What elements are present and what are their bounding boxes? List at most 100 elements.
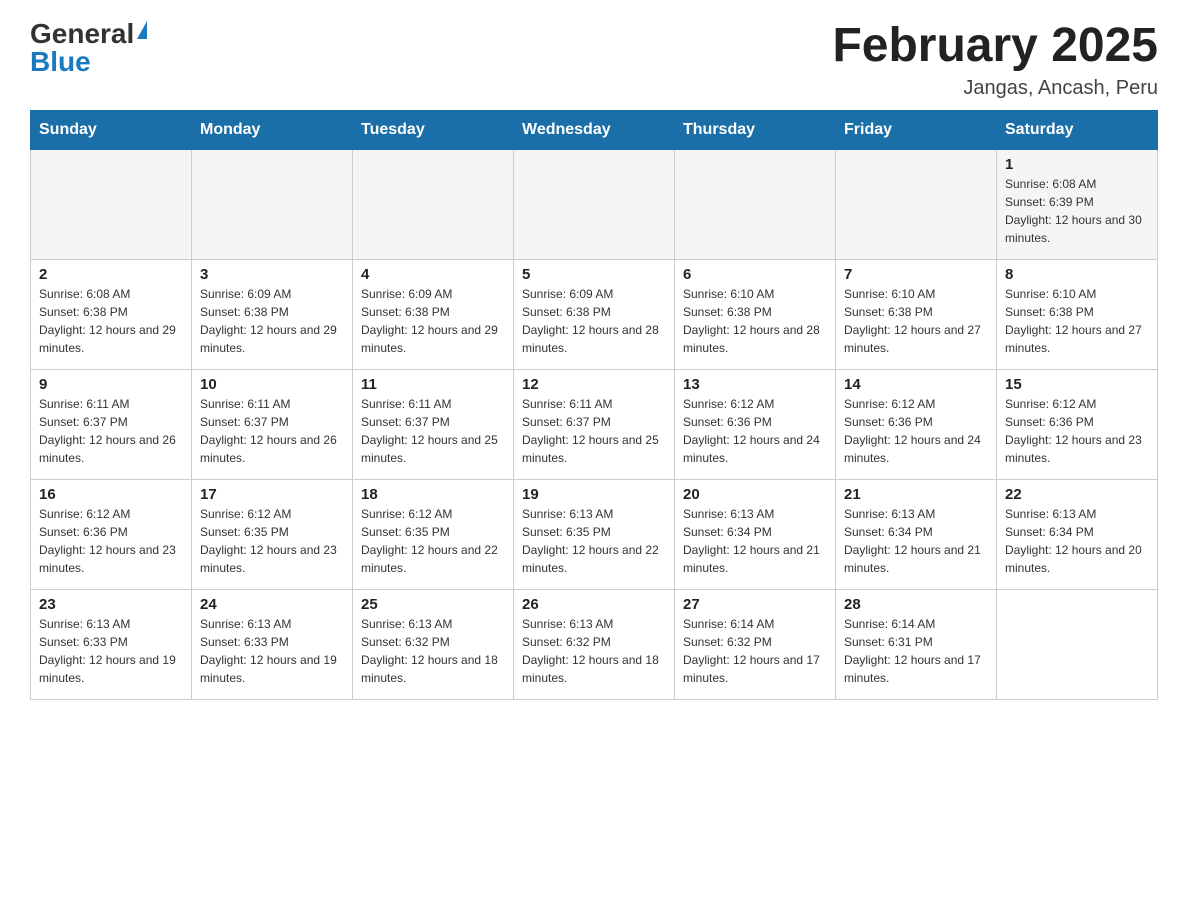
day-info: Sunrise: 6:09 AM Sunset: 6:38 PM Dayligh… [200, 285, 344, 357]
calendar-cell [192, 149, 353, 259]
day-number: 24 [200, 596, 344, 613]
calendar-cell: 13 Sunrise: 6:12 AM Sunset: 6:36 PM Dayli… [675, 369, 836, 479]
calendar-week-1: 2 Sunrise: 6:08 AM Sunset: 6:38 PM Daylig… [31, 259, 1158, 369]
calendar-cell: 28 Sunrise: 6:14 AM Sunset: 6:31 PM Dayli… [836, 589, 997, 699]
day-number: 5 [522, 266, 666, 283]
calendar-week-3: 16 Sunrise: 6:12 AM Sunset: 6:36 PM Dayli… [31, 479, 1158, 589]
day-info: Sunrise: 6:13 AM Sunset: 6:34 PM Dayligh… [844, 505, 988, 577]
calendar-cell: 15 Sunrise: 6:12 AM Sunset: 6:36 PM Dayli… [997, 369, 1158, 479]
day-number: 6 [683, 266, 827, 283]
page-title: February 2025 [832, 20, 1158, 73]
calendar-cell [675, 149, 836, 259]
calendar-cell: 8 Sunrise: 6:10 AM Sunset: 6:38 PM Daylig… [997, 259, 1158, 369]
calendar-body: 1 Sunrise: 6:08 AM Sunset: 6:39 PM Daylig… [31, 149, 1158, 699]
calendar-cell [836, 149, 997, 259]
header-monday: Monday [192, 110, 353, 149]
page-subtitle: Jangas, Ancash, Peru [832, 77, 1158, 100]
header-wednesday: Wednesday [514, 110, 675, 149]
calendar-cell: 6Sunrise: 6:10 AM Sunset: 6:38 PM Daylig… [675, 259, 836, 369]
day-info: Sunrise: 6:11 AM Sunset: 6:37 PM Dayligh… [361, 395, 505, 467]
calendar-cell: 2 Sunrise: 6:08 AM Sunset: 6:38 PM Daylig… [31, 259, 192, 369]
day-number: 20 [683, 486, 827, 503]
day-number: 21 [844, 486, 988, 503]
calendar-cell: 17 Sunrise: 6:12 AM Sunset: 6:35 PM Dayli… [192, 479, 353, 589]
day-info: Sunrise: 6:12 AM Sunset: 6:35 PM Dayligh… [361, 505, 505, 577]
day-info: Sunrise: 6:13 AM Sunset: 6:34 PM Dayligh… [683, 505, 827, 577]
calendar-cell [997, 589, 1158, 699]
day-info: Sunrise: 6:12 AM Sunset: 6:36 PM Dayligh… [683, 395, 827, 467]
day-info: Sunrise: 6:08 AM Sunset: 6:38 PM Dayligh… [39, 285, 183, 357]
day-info: Sunrise: 6:11 AM Sunset: 6:37 PM Dayligh… [200, 395, 344, 467]
calendar-cell: 1 Sunrise: 6:08 AM Sunset: 6:39 PM Daylig… [997, 149, 1158, 259]
day-info: Sunrise: 6:14 AM Sunset: 6:31 PM Dayligh… [844, 615, 988, 687]
day-number: 19 [522, 486, 666, 503]
day-number: 25 [361, 596, 505, 613]
day-info: Sunrise: 6:14 AM Sunset: 6:32 PM Dayligh… [683, 615, 827, 687]
day-info: Sunrise: 6:13 AM Sunset: 6:32 PM Dayligh… [522, 615, 666, 687]
day-number: 15 [1005, 376, 1149, 393]
day-info: Sunrise: 6:13 AM Sunset: 6:32 PM Dayligh… [361, 615, 505, 687]
calendar-cell: 10 Sunrise: 6:11 AM Sunset: 6:37 PM Dayli… [192, 369, 353, 479]
day-info: Sunrise: 6:12 AM Sunset: 6:36 PM Dayligh… [39, 505, 183, 577]
calendar-cell: 4Sunrise: 6:09 AM Sunset: 6:38 PM Daylig… [353, 259, 514, 369]
day-info: Sunrise: 6:09 AM Sunset: 6:38 PM Dayligh… [361, 285, 505, 357]
day-info: Sunrise: 6:11 AM Sunset: 6:37 PM Dayligh… [522, 395, 666, 467]
header-thursday: Thursday [675, 110, 836, 149]
day-info: Sunrise: 6:13 AM Sunset: 6:35 PM Dayligh… [522, 505, 666, 577]
logo-triangle-icon [137, 21, 147, 39]
calendar-cell [514, 149, 675, 259]
calendar-cell [31, 149, 192, 259]
day-info: Sunrise: 6:08 AM Sunset: 6:39 PM Dayligh… [1005, 175, 1149, 247]
day-info: Sunrise: 6:12 AM Sunset: 6:36 PM Dayligh… [1005, 395, 1149, 467]
calendar-cell: 22 Sunrise: 6:13 AM Sunset: 6:34 PM Dayli… [997, 479, 1158, 589]
day-number: 11 [361, 376, 505, 393]
day-number: 28 [844, 596, 988, 613]
calendar-cell: 19 Sunrise: 6:13 AM Sunset: 6:35 PM Dayli… [514, 479, 675, 589]
day-info: Sunrise: 6:10 AM Sunset: 6:38 PM Dayligh… [1005, 285, 1149, 357]
day-number: 16 [39, 486, 183, 503]
header-saturday: Saturday [997, 110, 1158, 149]
calendar-cell: 23 Sunrise: 6:13 AM Sunset: 6:33 PM Dayli… [31, 589, 192, 699]
day-number: 3 [200, 266, 344, 283]
calendar-week-2: 9 Sunrise: 6:11 AM Sunset: 6:37 PM Daylig… [31, 369, 1158, 479]
day-number: 22 [1005, 486, 1149, 503]
day-info: Sunrise: 6:12 AM Sunset: 6:36 PM Dayligh… [844, 395, 988, 467]
day-number: 9 [39, 376, 183, 393]
day-number: 2 [39, 266, 183, 283]
day-info: Sunrise: 6:09 AM Sunset: 6:38 PM Dayligh… [522, 285, 666, 357]
day-info: Sunrise: 6:13 AM Sunset: 6:33 PM Dayligh… [39, 615, 183, 687]
logo: General Blue [30, 20, 147, 76]
calendar-cell: 5 Sunrise: 6:09 AM Sunset: 6:38 PM Daylig… [514, 259, 675, 369]
day-number: 1 [1005, 156, 1149, 173]
header-friday: Friday [836, 110, 997, 149]
calendar-header: Sunday Monday Tuesday Wednesday Thursday… [31, 110, 1158, 149]
calendar-week-4: 23 Sunrise: 6:13 AM Sunset: 6:33 PM Dayli… [31, 589, 1158, 699]
day-number: 26 [522, 596, 666, 613]
calendar-cell: 26 Sunrise: 6:13 AM Sunset: 6:32 PM Dayli… [514, 589, 675, 699]
header-tuesday: Tuesday [353, 110, 514, 149]
calendar-cell: 21 Sunrise: 6:13 AM Sunset: 6:34 PM Dayli… [836, 479, 997, 589]
calendar-cell: 20 Sunrise: 6:13 AM Sunset: 6:34 PM Dayli… [675, 479, 836, 589]
day-number: 18 [361, 486, 505, 503]
day-number: 8 [1005, 266, 1149, 283]
day-info: Sunrise: 6:13 AM Sunset: 6:34 PM Dayligh… [1005, 505, 1149, 577]
day-number: 17 [200, 486, 344, 503]
day-info: Sunrise: 6:12 AM Sunset: 6:35 PM Dayligh… [200, 505, 344, 577]
day-number: 13 [683, 376, 827, 393]
day-number: 10 [200, 376, 344, 393]
calendar-cell: 27 Sunrise: 6:14 AM Sunset: 6:32 PM Dayli… [675, 589, 836, 699]
calendar-week-0: 1 Sunrise: 6:08 AM Sunset: 6:39 PM Daylig… [31, 149, 1158, 259]
calendar-cell [353, 149, 514, 259]
day-info: Sunrise: 6:11 AM Sunset: 6:37 PM Dayligh… [39, 395, 183, 467]
calendar-cell: 25 Sunrise: 6:13 AM Sunset: 6:32 PM Dayli… [353, 589, 514, 699]
page-header: General Blue February 2025 Jangas, Ancas… [30, 20, 1158, 100]
calendar-header-row: Sunday Monday Tuesday Wednesday Thursday… [31, 110, 1158, 149]
calendar-cell: 16 Sunrise: 6:12 AM Sunset: 6:36 PM Dayli… [31, 479, 192, 589]
day-info: Sunrise: 6:10 AM Sunset: 6:38 PM Dayligh… [844, 285, 988, 357]
calendar-cell: 14Sunrise: 6:12 AM Sunset: 6:36 PM Dayli… [836, 369, 997, 479]
calendar-cell: 24Sunrise: 6:13 AM Sunset: 6:33 PM Dayli… [192, 589, 353, 699]
header-sunday: Sunday [31, 110, 192, 149]
day-number: 23 [39, 596, 183, 613]
calendar-cell: 9 Sunrise: 6:11 AM Sunset: 6:37 PM Daylig… [31, 369, 192, 479]
day-number: 27 [683, 596, 827, 613]
